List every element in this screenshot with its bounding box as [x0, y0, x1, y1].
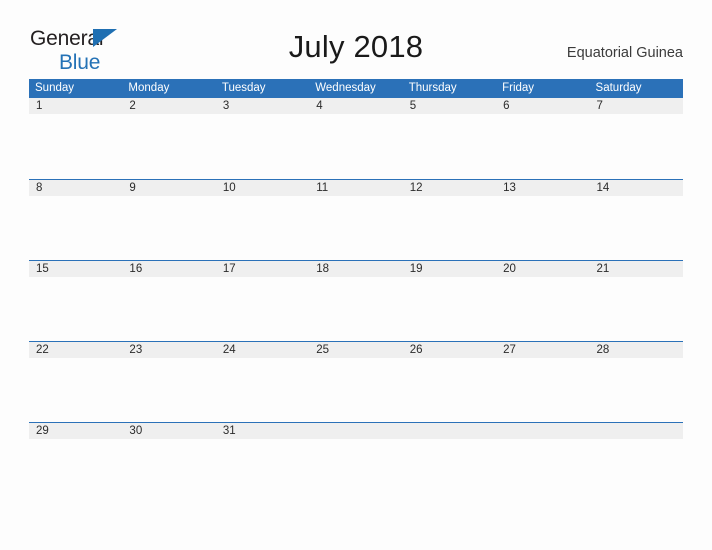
calendar-day-cell[interactable]: 14 [589, 178, 683, 260]
calendar-table: Sunday Monday Tuesday Wednesday Thursday… [29, 79, 683, 503]
calendar-week-row: 15 16 17 18 19 20 21 [29, 259, 683, 341]
calendar-day-cell[interactable]: 21 [589, 259, 683, 341]
day-number: 25 [316, 343, 330, 356]
calendar-day-cell[interactable]: 26 [402, 340, 497, 422]
weekday-header-saturday: Saturday [589, 79, 683, 98]
calendar-body: 1 2 3 4 5 6 7 8 9 10 11 12 13 14 15 16 1… [29, 98, 683, 503]
country-label: Equatorial Guinea [566, 45, 683, 61]
day-number: 27 [503, 343, 516, 356]
day-number: 4 [316, 100, 323, 112]
calendar-week-row: 8 9 10 11 12 13 14 [29, 178, 683, 260]
calendar-day-cell[interactable]: 7 [589, 98, 683, 179]
day-number: 24 [222, 343, 236, 356]
calendar-day-cell[interactable]: 13 [496, 178, 590, 260]
calendar-day-cell[interactable]: 3 [215, 98, 310, 179]
weekday-header-row: Sunday Monday Tuesday Wednesday Thursday… [29, 79, 683, 98]
calendar-day-cell[interactable]: 27 [496, 340, 590, 422]
weekday-header-monday: Monday [122, 79, 216, 98]
day-number: 2 [129, 100, 136, 112]
calendar-day-cell[interactable]: 19 [402, 259, 497, 341]
day-number: 28 [596, 343, 610, 356]
weekday-header-tuesday: Tuesday [215, 79, 310, 98]
calendar-day-cell[interactable]: 5 [402, 98, 497, 179]
calendar-day-cell[interactable]: 16 [122, 259, 216, 341]
calendar-day-cell[interactable] [309, 421, 403, 503]
calendar-day-cell[interactable]: 25 [309, 340, 403, 422]
day-number: 12 [409, 181, 423, 194]
day-number: 15 [36, 262, 49, 275]
day-number: 6 [503, 100, 510, 112]
calendar-day-cell[interactable]: 11 [309, 178, 403, 260]
day-number: 1 [36, 100, 43, 112]
day-number [309, 423, 402, 439]
calendar-day-cell[interactable]: 24 [215, 340, 310, 422]
weekday-header-friday: Friday [496, 79, 590, 98]
calendar-week-row: 1 2 3 4 5 6 7 [29, 98, 683, 179]
day-number [590, 423, 683, 439]
day-number: 20 [503, 262, 516, 275]
calendar-day-cell[interactable]: 12 [402, 178, 497, 260]
calendar-week-row: 29 30 31 [29, 421, 683, 503]
calendar-day-cell[interactable]: 22 [29, 340, 123, 422]
page-header: General Blue July 2018 Equatorial Guinea [0, 0, 712, 73]
day-number: 14 [596, 181, 610, 194]
calendar-day-cell[interactable] [589, 421, 683, 503]
day-number: 16 [129, 262, 143, 275]
calendar-day-cell[interactable]: 2 [122, 98, 216, 179]
weekday-header-wednesday: Wednesday [309, 79, 403, 98]
day-number [403, 423, 496, 439]
day-number: 5 [409, 100, 417, 112]
day-number: 21 [596, 262, 610, 275]
day-number: 19 [409, 262, 423, 275]
calendar-day-cell[interactable]: 15 [29, 259, 123, 341]
calendar-day-cell[interactable]: 18 [309, 259, 403, 341]
calendar-page: General Blue July 2018 Equatorial Guinea… [0, 0, 712, 550]
calendar-day-cell[interactable]: 31 [215, 421, 310, 503]
calendar-day-cell[interactable]: 30 [122, 421, 216, 503]
day-number: 3 [222, 100, 230, 112]
day-number: 30 [129, 424, 143, 437]
day-number: 23 [129, 343, 143, 356]
calendar-day-cell[interactable]: 10 [215, 178, 310, 260]
day-number: 10 [222, 181, 236, 194]
day-number: 13 [503, 181, 516, 194]
calendar-day-cell[interactable] [496, 421, 590, 503]
calendar-day-cell[interactable]: 20 [496, 259, 590, 341]
day-number: 7 [596, 100, 603, 112]
calendar-day-cell[interactable] [402, 421, 497, 503]
calendar-day-cell[interactable]: 4 [309, 98, 403, 179]
calendar-day-cell[interactable]: 9 [122, 178, 216, 260]
calendar-day-cell[interactable]: 8 [29, 178, 123, 260]
calendar-day-cell[interactable]: 17 [215, 259, 310, 341]
calendar-header-row-group: Sunday Monday Tuesday Wednesday Thursday… [29, 79, 683, 98]
day-number: 11 [316, 181, 329, 194]
day-number: 17 [222, 262, 236, 275]
day-number: 26 [409, 343, 423, 356]
day-number [496, 423, 589, 439]
day-number: 22 [36, 343, 49, 356]
day-number: 8 [36, 181, 43, 194]
day-number: 29 [36, 424, 49, 437]
calendar-day-cell[interactable]: 23 [122, 340, 216, 422]
calendar-day-cell[interactable]: 29 [29, 421, 123, 503]
day-number: 18 [316, 262, 330, 275]
calendar-day-cell[interactable]: 6 [496, 98, 590, 179]
calendar-day-cell[interactable]: 1 [29, 98, 123, 179]
day-number: 9 [129, 181, 136, 194]
day-number: 31 [222, 424, 236, 437]
weekday-header-thursday: Thursday [402, 79, 497, 98]
weekday-header-sunday: Sunday [29, 79, 123, 98]
calendar-day-cell[interactable]: 28 [589, 340, 683, 422]
calendar-week-row: 22 23 24 25 26 27 28 [29, 340, 683, 422]
